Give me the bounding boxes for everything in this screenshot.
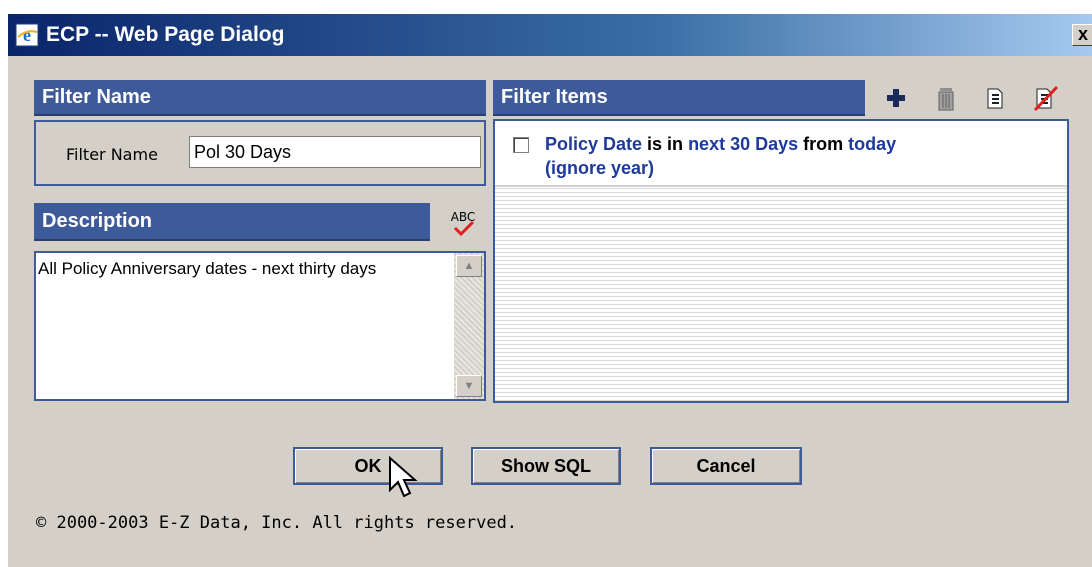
window-title: ECP -- Web Page Dialog — [46, 23, 285, 46]
filter-item-operator-2: from — [798, 134, 849, 154]
description-header: Description — [34, 203, 430, 241]
clear-icon[interactable] — [1032, 84, 1060, 112]
spellcheck-icon[interactable]: ABC — [447, 208, 479, 240]
show-sql-button[interactable]: Show SQL — [471, 447, 621, 485]
mouse-cursor-icon — [388, 455, 422, 504]
filter-item-checkbox[interactable] — [513, 137, 529, 153]
cancel-button[interactable]: Cancel — [650, 447, 802, 485]
filter-items-list: Policy Date is in next 30 Days from toda… — [493, 119, 1069, 403]
filter-item-value: next 30 Days — [688, 134, 799, 154]
filter-item-text: Policy Date is in next 30 Days from toda… — [545, 132, 1045, 180]
trash-icon[interactable] — [932, 84, 960, 112]
add-icon[interactable] — [882, 84, 910, 112]
ie-icon: e — [14, 22, 40, 48]
filter-item-operator: is in — [642, 134, 689, 154]
filter-items-header: Filter Items — [493, 80, 865, 116]
edit-icon[interactable] — [983, 84, 1011, 112]
scroll-up-button[interactable]: ▲ — [456, 255, 482, 277]
filter-item-reference: today — [848, 134, 897, 154]
filter-name-label: Filter Name — [66, 145, 158, 164]
filter-name-header: Filter Name — [34, 80, 486, 116]
close-button[interactable]: x — [1072, 24, 1092, 46]
description-textarea[interactable]: All Policy Anniversary dates - next thir… — [34, 251, 486, 401]
copyright-text: © 2000-2003 E-Z Data, Inc. All rights re… — [36, 513, 518, 533]
filter-item-field: Policy Date — [545, 134, 643, 154]
description-scrollbar[interactable]: ▲ ▼ — [454, 253, 484, 399]
filter-item-row[interactable]: Policy Date is in next 30 Days from toda… — [495, 121, 1067, 187]
title-bar: e ECP -- Web Page Dialog x — [8, 14, 1092, 56]
scroll-down-button[interactable]: ▼ — [456, 375, 482, 397]
description-text: All Policy Anniversary dates - next thir… — [38, 259, 377, 278]
filter-name-input[interactable]: Pol 30 Days — [189, 136, 481, 168]
filter-item-modifier: (ignore year) — [545, 158, 655, 178]
svg-text:e: e — [23, 25, 31, 45]
